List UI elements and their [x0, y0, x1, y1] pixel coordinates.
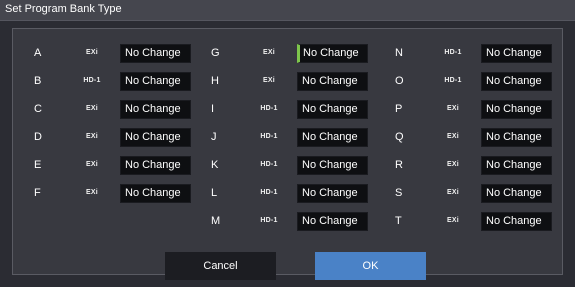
- bank-type-select[interactable]: No Change: [481, 100, 552, 119]
- bank-label: A: [34, 47, 42, 59]
- bank-label: I: [211, 103, 215, 115]
- bank-row-m: M HD-1 No Change: [211, 212, 391, 232]
- bank-type-select[interactable]: No Change: [297, 184, 368, 203]
- bank-row-g: G EXi No Change: [211, 44, 391, 64]
- bank-label: G: [211, 47, 220, 59]
- bank-label: F: [34, 187, 41, 199]
- bank-row-e: E EXi No Change: [34, 156, 214, 176]
- bank-type-select[interactable]: No Change: [120, 72, 191, 91]
- bank-type-select[interactable]: No Change: [120, 100, 191, 119]
- cancel-button[interactable]: Cancel: [165, 252, 276, 280]
- bank-type-badge: HD-1: [260, 217, 278, 224]
- bank-row-b: B HD-1 No Change: [34, 72, 214, 92]
- bank-row-j: J HD-1 No Change: [211, 128, 391, 148]
- bank-type-select[interactable]: No Change: [120, 156, 191, 175]
- bank-label: E: [34, 159, 42, 171]
- bank-label: C: [34, 103, 42, 115]
- bank-row-k: K HD-1 No Change: [211, 156, 391, 176]
- bank-label: K: [211, 159, 219, 171]
- bank-type-badge: EXi: [447, 105, 459, 112]
- bank-label: O: [395, 75, 404, 87]
- bank-type-badge: EXi: [447, 161, 459, 168]
- bank-row-c: C EXi No Change: [34, 100, 214, 120]
- bank-type-badge: EXi: [86, 189, 98, 196]
- bank-type-badge: HD-1: [444, 77, 462, 84]
- ok-button[interactable]: OK: [315, 252, 426, 280]
- bank-type-badge: EXi: [447, 217, 459, 224]
- bank-row-p: P EXi No Change: [395, 100, 575, 120]
- bank-row-d: D EXi No Change: [34, 128, 214, 148]
- bank-type-badge: HD-1: [260, 105, 278, 112]
- bank-type-select[interactable]: No Change: [481, 184, 552, 203]
- bank-label: M: [211, 215, 221, 227]
- bank-type-select[interactable]: No Change: [481, 156, 552, 175]
- bank-type-badge: EXi: [447, 133, 459, 140]
- bank-type-badge: EXi: [86, 105, 98, 112]
- bank-type-badge: HD-1: [444, 49, 462, 56]
- bank-type-panel: [12, 28, 563, 275]
- dialog-title: Set Program Bank Type: [5, 3, 122, 15]
- bank-row-h: H EXi No Change: [211, 72, 391, 92]
- bank-label: T: [395, 215, 402, 227]
- bank-row-r: R EXi No Change: [395, 156, 575, 176]
- bank-label: Q: [395, 131, 404, 143]
- bank-label: H: [211, 75, 219, 87]
- bank-type-select[interactable]: No Change: [297, 156, 368, 175]
- bank-row-n: N HD-1 No Change: [395, 44, 575, 64]
- bank-type-badge: EXi: [86, 49, 98, 56]
- bank-type-badge: HD-1: [83, 77, 101, 84]
- bank-type-badge: EXi: [263, 49, 275, 56]
- bank-row-q: Q EXi No Change: [395, 128, 575, 148]
- bank-label: D: [34, 131, 42, 143]
- bank-type-select[interactable]: No Change: [297, 72, 368, 91]
- bank-type-badge: EXi: [86, 133, 98, 140]
- bank-row-o: O HD-1 No Change: [395, 72, 575, 92]
- bank-type-select[interactable]: No Change: [297, 100, 368, 119]
- bank-type-select[interactable]: No Change: [120, 184, 191, 203]
- bank-type-select[interactable]: No Change: [297, 128, 368, 147]
- bank-type-badge: HD-1: [260, 161, 278, 168]
- bank-type-select[interactable]: No Change: [481, 44, 552, 63]
- bank-type-select[interactable]: No Change: [481, 128, 552, 147]
- bank-label: S: [395, 187, 403, 199]
- bank-type-badge: EXi: [263, 77, 275, 84]
- bank-row-f: F EXi No Change: [34, 184, 214, 204]
- bank-label: B: [34, 75, 42, 87]
- bank-label: J: [211, 131, 217, 143]
- bank-label: L: [211, 187, 218, 199]
- bank-type-badge: EXi: [86, 161, 98, 168]
- bank-type-select[interactable]: No Change: [120, 44, 191, 63]
- bank-row-l: L HD-1 No Change: [211, 184, 391, 204]
- bank-row-s: S EXi No Change: [395, 184, 575, 204]
- bank-type-select[interactable]: No Change: [120, 128, 191, 147]
- bank-type-select-focused[interactable]: No Change: [297, 44, 368, 63]
- bank-type-select[interactable]: No Change: [481, 212, 552, 231]
- bank-type-badge: EXi: [447, 189, 459, 196]
- bank-row-t: T EXi No Change: [395, 212, 575, 232]
- bank-row-a: A EXi No Change: [34, 44, 214, 64]
- bank-row-i: I HD-1 No Change: [211, 100, 391, 120]
- dialog-titlebar: Set Program Bank Type: [0, 0, 575, 21]
- bank-type-select[interactable]: No Change: [297, 212, 368, 231]
- bank-label: R: [395, 159, 403, 171]
- bank-label: P: [395, 103, 403, 115]
- bank-type-badge: HD-1: [260, 133, 278, 140]
- bank-type-select[interactable]: No Change: [481, 72, 552, 91]
- bank-label: N: [395, 47, 403, 59]
- bank-type-badge: HD-1: [260, 189, 278, 196]
